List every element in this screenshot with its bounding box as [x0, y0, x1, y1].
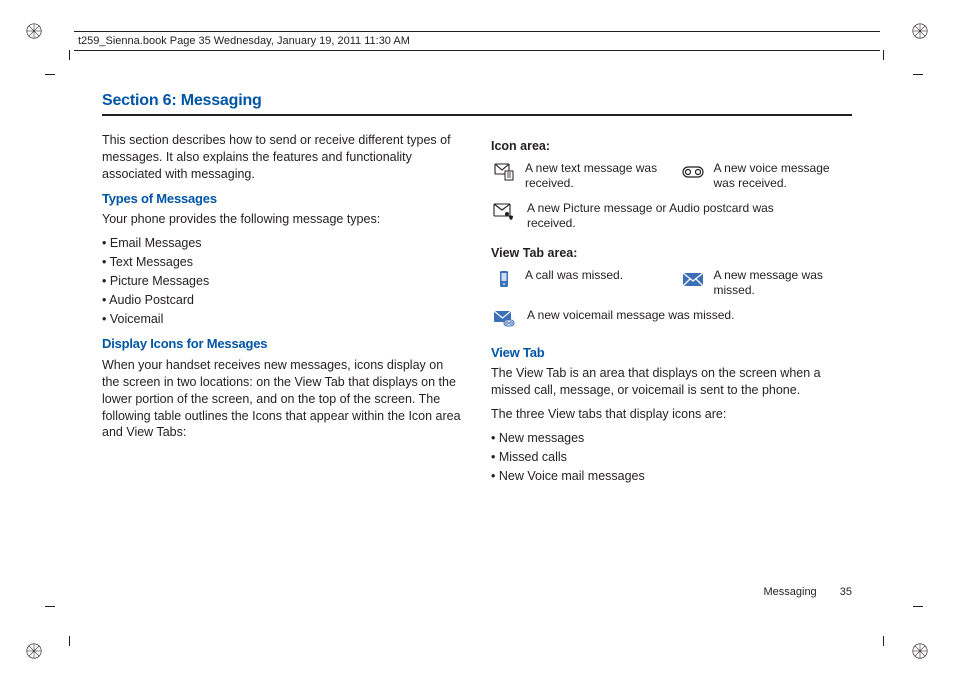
icon-description: A new Picture message or Audio postcard … [527, 201, 787, 231]
print-target-icon [25, 642, 43, 660]
icon-description: A call was missed. [525, 268, 623, 283]
print-target-icon [911, 642, 929, 660]
picture-message-icon [491, 201, 517, 223]
icon-row: A new text message was received. A new v… [491, 161, 852, 191]
crop-mark-icon [55, 592, 85, 622]
list-item: Voicemail [102, 311, 463, 328]
voice-message-icon [680, 161, 706, 183]
types-list: Email Messages Text Messages Picture Mes… [102, 235, 463, 327]
section-title: Section 6: Messaging [102, 92, 852, 110]
list-item: Picture Messages [102, 273, 463, 290]
display-icons-paragraph: When your handset receives new messages,… [102, 357, 463, 441]
crop-mark-icon [869, 60, 899, 90]
print-target-icon [25, 22, 43, 40]
display-icons-heading: Display Icons for Messages [102, 335, 463, 353]
crop-mark-icon [55, 60, 85, 90]
list-item: Email Messages [102, 235, 463, 252]
view-tab-paragraph: The View Tab is an area that displays on… [491, 365, 852, 399]
page-number: 35 [840, 586, 852, 598]
icon-description: A new voicemail message was missed. [527, 308, 734, 323]
two-column-layout: This section describes how to send or re… [102, 132, 852, 493]
list-item: Text Messages [102, 254, 463, 271]
icon-cell-text-message: A new text message was received. [491, 161, 664, 191]
crop-mark-icon [869, 592, 899, 622]
page-footer: Messaging 35 [763, 586, 852, 598]
view-tab-heading: View Tab [491, 344, 852, 362]
envelope-icon [680, 268, 706, 290]
types-heading: Types of Messages [102, 190, 463, 208]
icon-description: A new voice message was received. [714, 161, 853, 191]
icon-cell-missed-message: A new message was missed. [680, 268, 853, 298]
icon-description: A new text message was received. [525, 161, 664, 191]
phone-icon [491, 268, 517, 290]
list-item: New Voice mail messages [491, 468, 852, 485]
print-target-icon [911, 22, 929, 40]
voicemail-envelope-icon [491, 308, 517, 330]
view-tab-area-heading: View Tab area: [491, 245, 852, 262]
icon-row: A new voicemail message was missed. [491, 308, 852, 330]
view-tab-paragraph: The three View tabs that display icons a… [491, 406, 852, 423]
icon-row: A new Picture message or Audio postcard … [491, 201, 852, 231]
footer-label: Messaging [763, 586, 816, 598]
right-column: Icon area: A new text message was receiv… [491, 132, 852, 493]
icon-description: A new message was missed. [714, 268, 853, 298]
page-content: Section 6: Messaging This section descri… [102, 92, 852, 598]
icon-row: A call was missed. A new message was mis… [491, 268, 852, 298]
title-rule [102, 114, 852, 116]
icon-cell-missed-call: A call was missed. [491, 268, 664, 298]
intro-paragraph: This section describes how to send or re… [102, 132, 463, 183]
left-column: This section describes how to send or re… [102, 132, 463, 493]
view-tab-list: New messages Missed calls New Voice mail… [491, 430, 852, 485]
document-header: t259_Sienna.book Page 35 Wednesday, Janu… [74, 31, 880, 51]
header-running-text: t259_Sienna.book Page 35 Wednesday, Janu… [78, 35, 410, 47]
icon-area-heading: Icon area: [491, 138, 852, 155]
text-message-icon [491, 161, 517, 183]
list-item: New messages [491, 430, 852, 447]
list-item: Audio Postcard [102, 292, 463, 309]
list-item: Missed calls [491, 449, 852, 466]
types-intro: Your phone provides the following messag… [102, 211, 463, 228]
icon-cell-voice-message: A new voice message was received. [680, 161, 853, 191]
